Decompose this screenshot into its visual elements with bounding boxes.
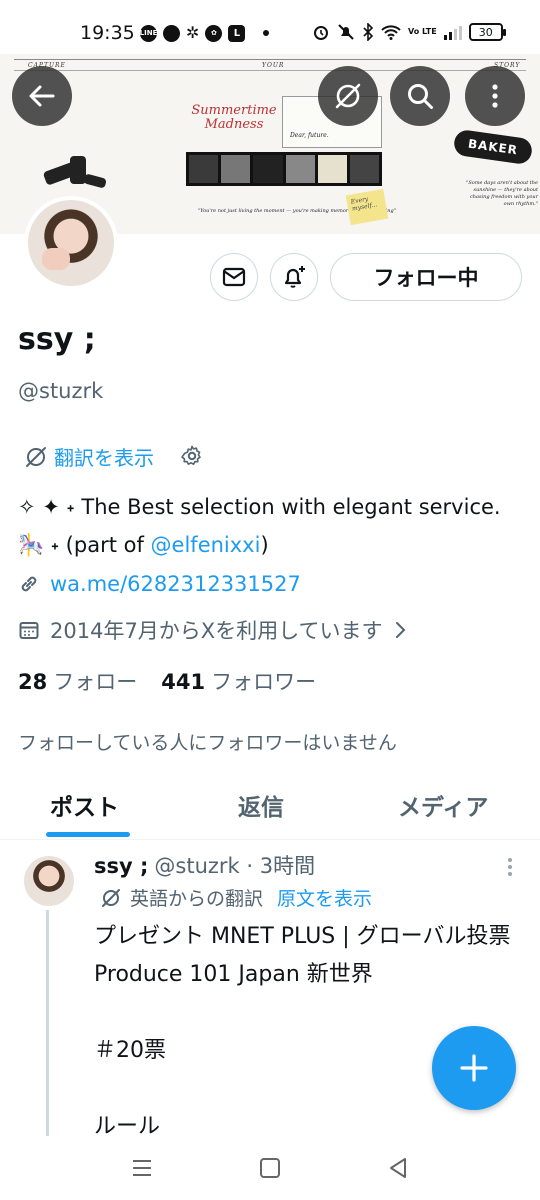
bio-line-2-end: )	[260, 533, 269, 557]
gear-icon[interactable]	[180, 444, 204, 468]
following-count: 28	[18, 670, 48, 694]
thread-line	[46, 910, 49, 1138]
calendar-icon	[19, 622, 39, 639]
bio-line-2: 🎠 ˖ (part of @elfenixxi)	[18, 526, 528, 564]
bio-line-1: ✧ ✦ ˖ The Best selection with elegant se…	[18, 495, 501, 519]
followers-label: フォロワー	[211, 670, 317, 694]
dot-icon	[263, 30, 270, 36]
bio-line-2-start: 🎠 ˖ (part of	[18, 533, 151, 557]
show-translation-label[interactable]: 翻訳を表示	[54, 442, 154, 471]
bio-mention-link[interactable]: @elfenixxi	[151, 533, 261, 557]
compose-button[interactable]	[432, 1026, 516, 1110]
back-arrow-icon	[29, 85, 55, 107]
banner-label-mid: YOUR	[262, 62, 285, 69]
banner-sticky-note: Every myself...	[345, 188, 389, 226]
tab-media[interactable]: メディア	[398, 788, 488, 822]
mail-icon	[222, 267, 246, 287]
banner-caption-right: "Some days aren't about the sunshine — t…	[466, 180, 538, 207]
profile-avatar[interactable]	[24, 196, 118, 290]
profile-link-row[interactable]: wa.me/6282312331527	[18, 572, 301, 596]
banner-filmstrip	[186, 152, 382, 186]
notify-button[interactable]	[270, 253, 318, 301]
following-button[interactable]: フォロー中	[330, 253, 522, 301]
bluetooth-icon	[363, 23, 374, 41]
battery-icon: 30	[468, 23, 506, 41]
signal-icon	[443, 24, 462, 40]
avatar-hand	[42, 248, 70, 270]
system-icons: Vo LTE 30	[312, 23, 506, 41]
status-bar: 19:35 LINE ✲ ✿ L Vo LTE 30	[0, 0, 540, 54]
recent-apps-icon[interactable]	[130, 1156, 154, 1180]
banner-rule	[14, 70, 526, 71]
notification-icons: LINE ✲ ✿ L	[140, 23, 270, 42]
translate-toggle-button[interactable]	[318, 66, 378, 126]
show-original-link[interactable]: 原文を表示	[277, 884, 372, 911]
back-button[interactable]	[12, 66, 72, 126]
no-mutual-followers-text: フォローしている人にフォロワーはいません	[18, 732, 397, 754]
profile-bio: ✧ ✦ ˖ The Best selection with elegant se…	[18, 488, 528, 564]
profile-link[interactable]: wa.me/6282312331527	[50, 572, 301, 596]
more-vertical-icon	[492, 84, 498, 108]
home-icon[interactable]	[258, 1156, 282, 1180]
tab-posts[interactable]: ポスト	[50, 788, 119, 822]
line-icon: LINE	[140, 24, 157, 42]
network-label: Vo LTE	[408, 27, 437, 36]
wifi-icon	[381, 25, 401, 40]
bell-plus-icon	[284, 266, 305, 288]
post-author-name[interactable]: ssy ;	[94, 854, 148, 878]
joined-date: 2014年7月からXを利用しています	[50, 619, 383, 643]
post-translation-row: 英語からの翻訳 原文を表示	[100, 884, 372, 911]
post-avatar[interactable]	[24, 856, 74, 906]
translate-slash-icon	[26, 446, 46, 467]
following-count-link[interactable]: 28 フォロー	[18, 666, 137, 696]
chat-icon	[163, 24, 180, 42]
translate-slash-icon	[102, 888, 120, 907]
following-label: フォロー	[53, 670, 138, 694]
system-nav-bar	[0, 1136, 540, 1200]
tab-replies[interactable]: 返信	[238, 788, 284, 822]
search-icon	[408, 84, 433, 109]
display-name: ssy ;	[18, 322, 96, 357]
banner-card-text: Dear, future.	[290, 132, 329, 139]
active-tab-indicator	[46, 832, 130, 837]
translated-from-label: 英語からの翻訳	[130, 888, 264, 910]
back-nav-icon[interactable]	[386, 1156, 410, 1180]
flower-icon: ✿	[205, 24, 223, 42]
more-options-button[interactable]	[465, 66, 525, 126]
banner-skateboard: BAKER	[452, 128, 534, 166]
followers-count: 441	[161, 670, 206, 694]
mute-icon	[338, 24, 354, 40]
status-time: 19:35	[80, 22, 135, 44]
chevron-right-icon	[395, 622, 405, 638]
followers-count-link[interactable]: 441 フォロワー	[161, 666, 316, 696]
profile-tabs: ポスト 返信 メディア	[0, 770, 540, 840]
l-app-icon: L	[228, 24, 246, 42]
follow-counts: 28 フォロー 441 フォロワー	[18, 666, 316, 696]
translate-slash-icon	[335, 83, 361, 109]
show-translation-link[interactable]: 翻訳を表示	[24, 442, 154, 471]
message-button[interactable]	[210, 253, 258, 301]
banner-title: Summertime Madness	[191, 103, 277, 132]
post-header: ssy ; @stuzrk · 3時間	[94, 850, 315, 880]
post-more-icon[interactable]	[504, 856, 516, 878]
joined-row[interactable]: 2014年7月からXを利用しています	[18, 615, 407, 645]
link-icon	[21, 576, 37, 592]
post-meta: @stuzrk · 3時間	[154, 854, 316, 878]
search-button[interactable]	[390, 66, 450, 126]
profile-handle: @stuzrk	[18, 379, 104, 403]
battery-level: 30	[478, 25, 493, 39]
alarm-icon	[314, 26, 328, 40]
pinwheel-icon: ✲	[186, 23, 200, 42]
plus-icon	[460, 1054, 488, 1082]
